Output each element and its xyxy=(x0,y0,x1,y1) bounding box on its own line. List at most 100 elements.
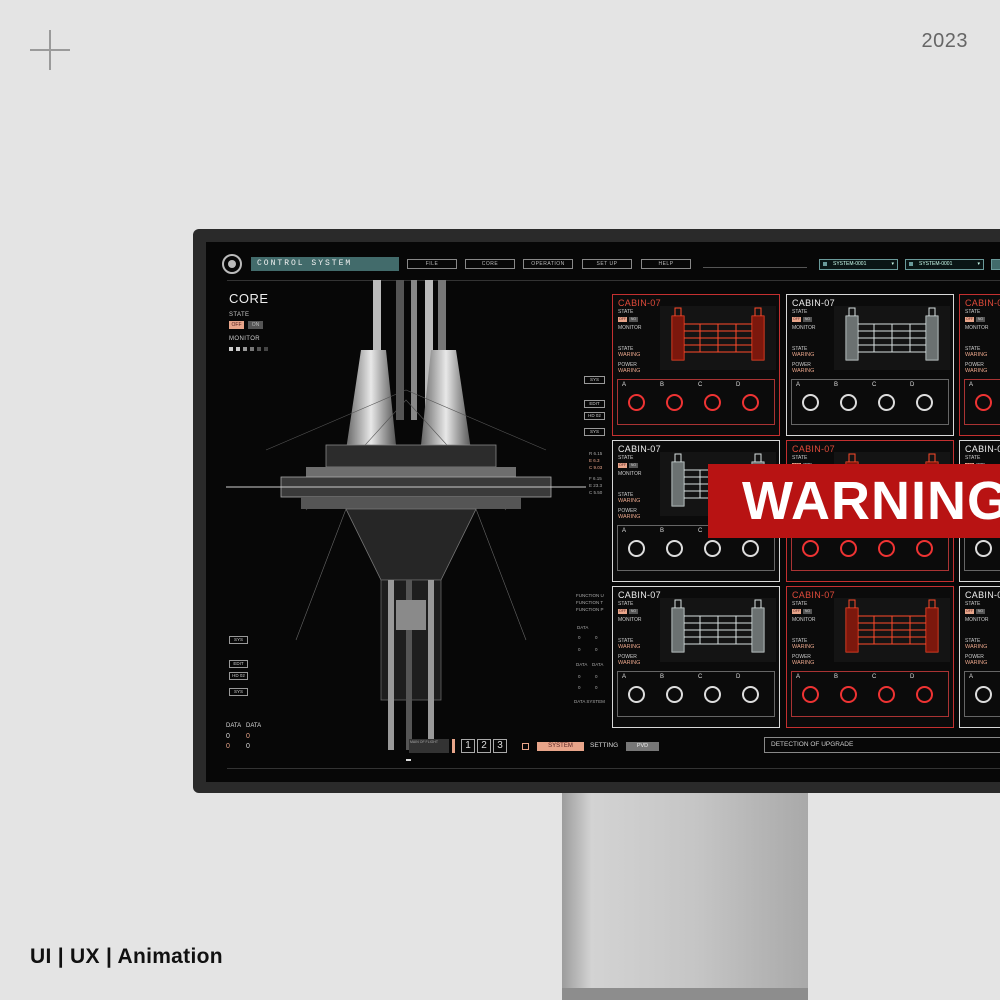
cabin-state-label: STATE xyxy=(618,309,634,315)
edit-button[interactable]: EDIT xyxy=(584,400,605,408)
hd02-button-left[interactable]: HD 02 xyxy=(229,672,248,680)
dial-label-d: D xyxy=(736,674,741,680)
dial-knob[interactable] xyxy=(975,686,992,703)
dial-knob[interactable] xyxy=(704,686,721,703)
dial-label-d: D xyxy=(910,674,915,680)
dial-knob[interactable] xyxy=(742,394,759,411)
cabin-no-toggle[interactable]: NO xyxy=(629,317,638,322)
dial-knob[interactable] xyxy=(878,540,895,557)
dial-knob[interactable] xyxy=(628,686,645,703)
menu-file[interactable]: FILE xyxy=(407,259,457,269)
dial-knob[interactable] xyxy=(704,540,721,557)
cabin-off-toggle[interactable]: OFF xyxy=(618,317,627,322)
cabin-module-view xyxy=(834,306,950,370)
cabin-card[interactable]: CABIN-07 STATE OFF NO MONITOR STATE WARI… xyxy=(786,294,954,436)
cabin-no-toggle[interactable]: NO xyxy=(803,609,812,614)
cabin-no-toggle[interactable]: NO xyxy=(976,317,985,322)
cabin-off-toggle[interactable]: OFF xyxy=(618,463,627,468)
cabin-title: CABIN-07 xyxy=(792,590,835,600)
cabin-monitor-label: MONITOR xyxy=(792,617,816,623)
system-select-3[interactable] xyxy=(991,259,1000,270)
cabin-dial-panel: A B C D xyxy=(964,671,1000,717)
cabin-card[interactable]: CABIN-07 STATE OFF NO MONITOR STATE WARI… xyxy=(612,586,780,728)
cabin-off-toggle[interactable]: OFF xyxy=(792,609,801,614)
sys-button-left-2[interactable]: SYS xyxy=(229,688,248,696)
dial-label-a: A xyxy=(796,382,801,388)
cabin-card[interactable]: CABIN-07 STATE OFF NO MONITOR STATE WARI… xyxy=(959,586,1000,728)
page-1[interactable]: 1 xyxy=(461,739,475,753)
page-2[interactable]: 2 xyxy=(477,739,491,753)
cabin-monitor-label: MONITOR xyxy=(618,325,642,331)
hd02-button[interactable]: HD 02 xyxy=(584,412,605,420)
page-3[interactable]: 3 xyxy=(493,739,507,753)
system-select-2[interactable]: SYSTEM-0001 ▾ xyxy=(905,259,984,270)
cabin-state-value: WARING xyxy=(618,498,641,504)
cabin-card[interactable]: CABIN-07 STATE OFF NO MONITOR STATE WARI… xyxy=(786,586,954,728)
system-select-1[interactable]: SYSTEM-0001 ▾ xyxy=(819,259,898,270)
cabin-power-value: WARING xyxy=(618,660,641,666)
dial-knob[interactable] xyxy=(666,394,683,411)
menu-help[interactable]: HELP xyxy=(641,259,691,269)
dial-knob[interactable] xyxy=(975,394,992,411)
data-system-label: DATA SYSTEM xyxy=(574,699,605,704)
cabin-state-label: STATE xyxy=(965,309,981,315)
cabin-state-label: STATE xyxy=(792,601,808,607)
readout: E 6.3 xyxy=(589,458,600,463)
data-label: DATA xyxy=(592,662,604,667)
edit-button-left[interactable]: EDIT xyxy=(229,660,248,668)
cabin-state-label: STATE xyxy=(792,309,808,315)
cabin-off-toggle[interactable]: OFF xyxy=(792,317,801,322)
cabin-state-value: WARING xyxy=(965,352,988,358)
data-value: 0 xyxy=(595,635,598,640)
dial-knob[interactable] xyxy=(975,540,992,557)
setting-label[interactable]: SETTING xyxy=(590,742,618,749)
dial-knob[interactable] xyxy=(840,540,857,557)
cabin-no-toggle[interactable]: NO xyxy=(803,317,812,322)
dial-knob[interactable] xyxy=(666,540,683,557)
cabin-no-toggle[interactable]: NO xyxy=(629,609,638,614)
dial-label-c: C xyxy=(698,528,703,534)
cabin-off-toggle[interactable]: OFF xyxy=(618,609,627,614)
dial-knob[interactable] xyxy=(628,540,645,557)
dial-label-b: B xyxy=(834,382,839,388)
cabin-off-toggle[interactable]: OFF xyxy=(965,317,974,322)
dial-knob[interactable] xyxy=(802,540,819,557)
dial-label-c: C xyxy=(698,382,703,388)
cabin-card[interactable]: CABIN-07 STATE OFF NO MONITOR STATE WARI… xyxy=(612,294,780,436)
dial-knob[interactable] xyxy=(666,686,683,703)
square-icon xyxy=(522,743,529,750)
dial-knob[interactable] xyxy=(840,686,857,703)
dial-knob[interactable] xyxy=(916,686,933,703)
menu-setup[interactable]: SET UP xyxy=(582,259,632,269)
sys-button-left[interactable]: SYS xyxy=(229,636,248,644)
cabin-no-toggle[interactable]: NO xyxy=(629,463,638,468)
cabin-card[interactable]: CABIN-07 STATE OFF NO MONITOR STATE WARI… xyxy=(959,294,1000,436)
dial-knob[interactable] xyxy=(916,394,933,411)
progress-mark xyxy=(406,759,411,761)
dial-knob[interactable] xyxy=(878,686,895,703)
dial-knob[interactable] xyxy=(628,394,645,411)
cabin-monitor-label: MONITOR xyxy=(792,325,816,331)
pvd-button[interactable]: PVD xyxy=(626,742,659,751)
dial-knob[interactable] xyxy=(742,540,759,557)
monitor-stand-base xyxy=(562,988,808,1000)
cabin-off-toggle[interactable]: OFF xyxy=(965,609,974,614)
data-value: 0 xyxy=(595,647,598,652)
cabin-power-value: WARING xyxy=(792,660,815,666)
sys-button[interactable]: SYS xyxy=(584,376,605,384)
cabin-title: CABIN-07 xyxy=(618,444,661,454)
readout: C 5.50 xyxy=(589,490,603,495)
dial-knob[interactable] xyxy=(802,686,819,703)
dial-knob[interactable] xyxy=(916,540,933,557)
dial-knob[interactable] xyxy=(840,394,857,411)
cabin-no-toggle[interactable]: NO xyxy=(976,609,985,614)
system-button[interactable]: SYSTEM xyxy=(537,742,584,751)
sys-button-2[interactable]: SYS xyxy=(584,428,605,436)
menu-operation[interactable]: OPERATION xyxy=(523,259,573,269)
dial-knob[interactable] xyxy=(802,394,819,411)
dial-knob[interactable] xyxy=(742,686,759,703)
dial-knob[interactable] xyxy=(704,394,721,411)
dial-knob[interactable] xyxy=(878,394,895,411)
menu-core[interactable]: CORE xyxy=(465,259,515,269)
cabin-power-value: WARING xyxy=(965,368,988,374)
